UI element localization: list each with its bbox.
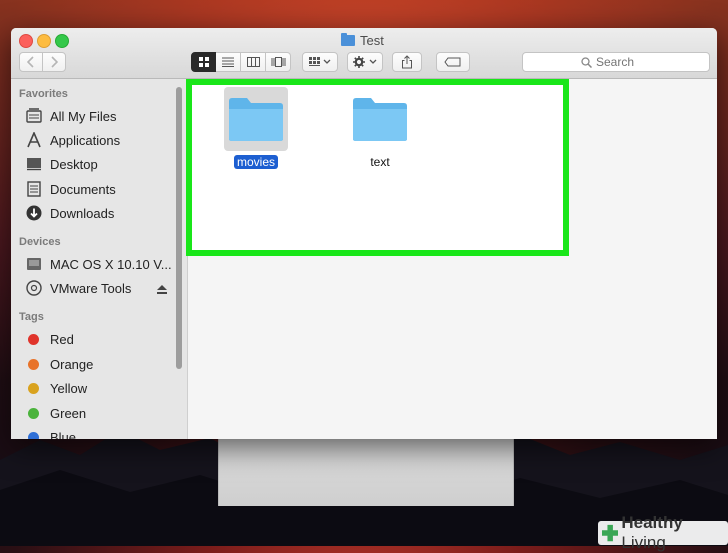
sidebar-item-label: Applications — [50, 132, 121, 148]
sidebar-item-label: Orange — [50, 356, 94, 372]
hard-drive-icon — [25, 255, 43, 273]
chevron-right-icon — [51, 56, 58, 68]
gear-icon — [353, 56, 377, 68]
cover-flow-icon — [271, 57, 285, 67]
yellow-tag-icon — [28, 382, 39, 394]
search-input[interactable] — [522, 52, 710, 72]
arrange-button[interactable] — [302, 52, 338, 72]
watermark-text: Healthy Living — [621, 513, 722, 553]
sidebar: Favorites All My Files Applications Desk… — [11, 79, 188, 439]
sidebar-item-label: Blue — [50, 429, 77, 440]
sidebar-heading-devices: Devices — [19, 236, 61, 248]
blue-tag-icon — [28, 431, 39, 439]
folder-item-text[interactable]: text — [337, 87, 423, 171]
sidebar-item-tag-yellow[interactable]: Yellow — [25, 377, 87, 399]
green-tag-icon — [28, 407, 39, 419]
downloads-icon — [25, 204, 43, 222]
folder-label: movies — [233, 155, 278, 169]
folder-icon — [229, 98, 283, 141]
back-button[interactable] — [19, 52, 43, 72]
sidebar-scrollbar[interactable] — [176, 87, 182, 369]
plus-logo-icon — [602, 524, 619, 542]
watermark: Healthy Living — [598, 513, 728, 552]
sidebar-item-tag-blue[interactable]: Blue — [25, 426, 76, 439]
all-my-files-icon — [25, 107, 43, 125]
sidebar-item-tag-green[interactable]: Green — [25, 402, 86, 424]
sidebar-item-all-my-files[interactable]: All My Files — [25, 105, 116, 127]
sidebar-item-tag-red[interactable]: Red — [25, 328, 74, 350]
icon-view-button[interactable] — [191, 52, 216, 72]
folder-icon — [341, 32, 355, 46]
sidebar-item-label: Yellow — [50, 380, 88, 396]
sidebar-item-label: All My Files — [50, 108, 117, 124]
sidebar-item-desktop[interactable]: Desktop — [25, 153, 98, 175]
toolbar: Test — [11, 28, 717, 79]
window-title-text: Test — [360, 32, 384, 48]
sidebar-heading-tags: Tags — [19, 311, 44, 323]
tag-icon — [444, 57, 461, 67]
sidebar-item-label: Documents — [50, 181, 116, 197]
highlight-box: movies text — [186, 79, 569, 256]
sidebar-item-applications[interactable]: Applications — [25, 129, 120, 151]
applications-icon — [25, 131, 43, 149]
tag-button[interactable] — [436, 52, 470, 72]
desktop-paper — [218, 438, 514, 506]
sidebar-item-vmware-tools[interactable]: VMware Tools — [25, 277, 131, 299]
column-view-button[interactable] — [241, 52, 266, 72]
sidebar-heading-favorites: Favorites — [19, 88, 68, 100]
chevron-left-icon — [27, 56, 34, 68]
list-view-icon — [222, 57, 234, 67]
column-view-icon — [246, 57, 260, 67]
minimize-button[interactable] — [37, 34, 51, 48]
share-button[interactable] — [392, 52, 422, 72]
sidebar-item-label: Downloads — [50, 205, 115, 221]
watermark-brand: Healthy — [621, 513, 683, 532]
sidebar-item-downloads[interactable]: Downloads — [25, 202, 114, 224]
view-mode-selector — [191, 52, 291, 72]
desktop-icon — [25, 155, 43, 173]
forward-button[interactable] — [42, 52, 66, 72]
sidebar-item-label: Green — [50, 405, 87, 421]
disc-icon — [25, 279, 43, 297]
folder-icon-wrap — [348, 87, 412, 151]
folder-icon — [353, 98, 407, 141]
window-title: Test — [341, 32, 384, 48]
sidebar-item-tag-orange[interactable]: Orange — [25, 353, 93, 375]
share-icon — [402, 55, 412, 69]
documents-icon — [25, 180, 43, 198]
list-view-button[interactable] — [216, 52, 241, 72]
sidebar-item-documents[interactable]: Documents — [25, 178, 116, 200]
sidebar-item-mac-os-x[interactable]: MAC OS X 10.10 V... — [25, 253, 172, 275]
close-button[interactable] — [19, 34, 33, 48]
arrange-icon — [309, 57, 331, 66]
eject-icon[interactable] — [157, 285, 167, 294]
sidebar-item-label: Desktop — [50, 156, 98, 172]
folder-label: text — [370, 155, 390, 169]
sidebar-item-label: MAC OS X 10.10 V... — [50, 256, 172, 272]
folder-item-movies[interactable]: movies — [213, 87, 299, 171]
red-tag-icon — [28, 333, 39, 345]
sidebar-item-label: VMware Tools — [50, 280, 132, 296]
icon-view-icon — [198, 57, 209, 67]
action-button[interactable] — [347, 52, 383, 72]
orange-tag-icon — [28, 358, 39, 370]
search-icon — [581, 57, 592, 68]
sidebar-item-label: Red — [50, 331, 74, 347]
folder-icon-wrap — [224, 87, 288, 151]
maximize-button[interactable] — [55, 34, 69, 48]
watermark-suffix: Living — [621, 533, 666, 552]
cover-flow-button[interactable] — [266, 52, 291, 72]
